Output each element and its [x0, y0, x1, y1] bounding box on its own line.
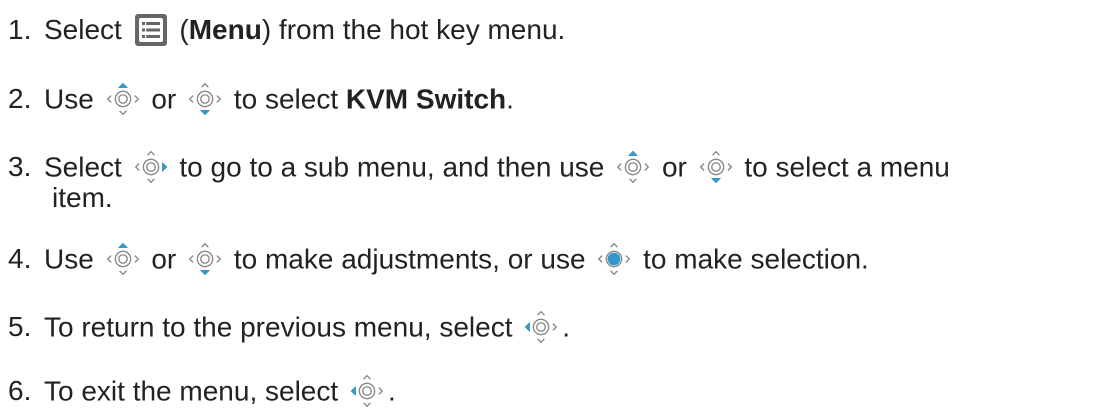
step-text: or [151, 83, 177, 115]
step-text: Select [44, 14, 122, 45]
step-5: 5. To return to the previous menu, select… [8, 310, 1104, 348]
step-text: to make adjustments, or use [233, 243, 586, 275]
step-text: To exit the menu, select [44, 375, 339, 407]
step-text: Use [44, 83, 94, 115]
step-text: . [562, 311, 571, 343]
joystick-left-icon [524, 308, 558, 346]
step-text: . [506, 83, 514, 115]
step-text: or [151, 243, 177, 275]
step-2: 2. Use or to select KVM Switch. [8, 82, 1104, 120]
step-text: ( [179, 14, 189, 45]
step-text: to go to a sub menu, and then use [179, 151, 605, 183]
joystick-down-icon [699, 148, 733, 186]
step-1: 1. Select (Menu) from the hot key menu. [8, 13, 1104, 49]
instruction-steps: 1. Select (Menu) from the hot key menu. 2… [0, 0, 1104, 416]
step-number: 6. [8, 375, 32, 407]
kvm-switch-term: KVM Switch [345, 83, 507, 115]
joystick-press-icon [597, 240, 631, 278]
step-number: 4. [8, 243, 32, 275]
joystick-up-icon [106, 80, 140, 118]
step-text: Select [44, 151, 122, 183]
step-text: or [661, 151, 687, 183]
joystick-down-icon [188, 80, 222, 118]
step-number: 2. [8, 83, 32, 115]
step-text: to make selection. [643, 243, 869, 275]
step-number: 1. [8, 14, 32, 45]
menu-icon [134, 13, 168, 47]
step-number: 3. [8, 151, 32, 183]
joystick-right-icon [134, 148, 168, 186]
joystick-down-icon [188, 240, 222, 278]
step-6: 6. To exit the menu, select . [8, 374, 1104, 412]
joystick-left-icon [350, 372, 384, 410]
step-number: 5. [8, 311, 32, 343]
joystick-up-icon [106, 240, 140, 278]
step-3: 3. Select to go to a sub menu, and then u… [8, 150, 1104, 188]
step-text: ) from the hot key menu. [261, 14, 566, 45]
step-4: 4. Use or to make adjustments, or use to … [8, 242, 1104, 280]
step-text: . [387, 375, 396, 407]
menu-term: Menu [188, 14, 262, 45]
step-text: To return to the previous menu, select [44, 311, 513, 343]
step-text: to select [233, 83, 339, 115]
step-text: to select a menu [744, 151, 950, 183]
joystick-up-icon [616, 148, 650, 186]
step-3-continuation: item. [52, 182, 113, 213]
step-text: Use [44, 243, 94, 275]
